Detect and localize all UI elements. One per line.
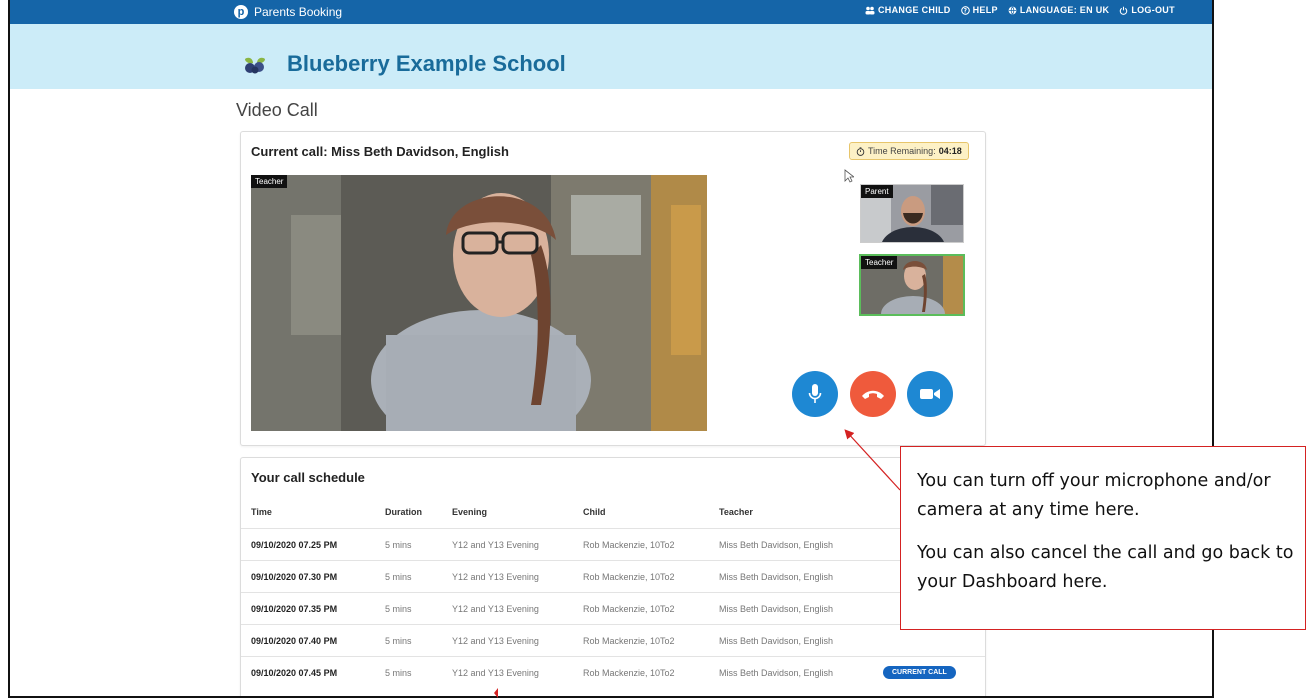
- cell-child: Rob Mackenzie, 10To2: [583, 540, 675, 550]
- cell-duration: 5 mins: [385, 636, 412, 646]
- nav-change-child[interactable]: CHANGE CHILD: [865, 5, 951, 15]
- globe-icon: [1008, 6, 1017, 14]
- school-banner: Blueberry Example School: [10, 24, 1212, 89]
- table-row: 09/10/2020 07.40 PM 5 mins Y12 and Y13 E…: [241, 624, 985, 656]
- cell-child: Rob Mackenzie, 10To2: [583, 572, 675, 582]
- annotation-text-1: You can turn off your microphone and/or …: [917, 471, 1271, 520]
- table-row: 09/10/2020 07.45 PM 5 mins Y12 and Y13 E…: [241, 656, 985, 688]
- camera-toggle-button[interactable]: [907, 371, 953, 417]
- cell-child: Rob Mackenzie, 10To2: [583, 668, 675, 678]
- cell-time: 09/10/2020 07.25 PM: [251, 540, 338, 550]
- brand[interactable]: p Parents Booking: [234, 3, 342, 21]
- nav-label: CHANGE CHILD: [878, 5, 951, 15]
- cell-teacher: Miss Beth Davidson, English: [719, 540, 834, 550]
- call-title: Current call: Miss Beth Davidson, Englis…: [251, 144, 509, 159]
- school-name: Blueberry Example School: [287, 51, 566, 76]
- top-navigation-bar: p Parents Booking CHANGE CHILD ? HELP LA…: [10, 0, 1212, 24]
- cell-duration: 5 mins: [385, 604, 412, 614]
- column-header-child: Child: [583, 507, 606, 517]
- column-header-evening: Evening: [452, 507, 488, 517]
- people-icon: [865, 6, 875, 14]
- nav-logout[interactable]: LOG-OUT: [1119, 5, 1175, 15]
- svg-text:?: ?: [963, 8, 967, 14]
- time-remaining-badge: Time Remaining: 04:18: [849, 142, 969, 160]
- cell-evening: Y12 and Y13 Evening: [452, 572, 539, 582]
- nav-label: LOG-OUT: [1131, 5, 1175, 15]
- main-video-feed: Teacher: [251, 175, 707, 431]
- cell-teacher: Miss Beth Davidson, English: [719, 668, 834, 678]
- table-row: 09/10/2020 07.35 PM 5 mins Y12 and Y13 E…: [241, 592, 985, 624]
- table-row: 09/10/2020 07.25 PM 5 mins Y12 and Y13 E…: [241, 528, 985, 560]
- table-header-row: Time Duration Evening Child Teacher: [241, 496, 985, 528]
- column-header-time: Time: [251, 507, 272, 517]
- microphone-toggle-button[interactable]: [792, 371, 838, 417]
- cell-time: 09/10/2020 07.35 PM: [251, 604, 338, 614]
- annotation-callout: You can turn off your microphone and/or …: [900, 446, 1306, 630]
- teacher-video-image: [251, 175, 707, 431]
- video-label: Parent: [861, 185, 893, 198]
- video-label: Teacher: [861, 256, 898, 269]
- cell-evening: Y12 and Y13 Evening: [452, 604, 539, 614]
- microphone-icon: [808, 384, 822, 403]
- brand-name: Parents Booking: [254, 5, 343, 19]
- video-camera-icon: [920, 389, 940, 399]
- cell-time: 09/10/2020 07.30 PM: [251, 572, 338, 582]
- parents-booking-logo-icon: p: [234, 5, 248, 19]
- stopwatch-icon: [856, 146, 865, 156]
- cell-teacher: Miss Beth Davidson, English: [719, 604, 834, 614]
- schedule-table: Time Duration Evening Child Teacher 09/1…: [241, 496, 985, 688]
- nav-label: HELP: [972, 5, 998, 15]
- cell-teacher: Miss Beth Davidson, English: [719, 572, 834, 582]
- call-schedule-panel: Your call schedule Time Duration Evening…: [240, 457, 986, 696]
- hang-up-icon: [862, 390, 884, 399]
- column-header-duration: Duration: [385, 507, 422, 517]
- blueberry-logo-icon: [245, 57, 265, 74]
- table-row: 09/10/2020 07.30 PM 5 mins Y12 and Y13 E…: [241, 560, 985, 592]
- cell-child: Rob Mackenzie, 10To2: [583, 636, 675, 646]
- power-icon: [1120, 6, 1128, 15]
- cell-teacher: Miss Beth Davidson, English: [719, 636, 834, 646]
- current-call-panel: Current call: Miss Beth Davidson, Englis…: [240, 131, 986, 446]
- timer-label: Time Remaining:: [868, 146, 936, 156]
- parent-video-thumbnail[interactable]: Parent: [860, 184, 964, 243]
- video-label: Teacher: [251, 175, 288, 188]
- annotation-text-2: You can also cancel the call and go back…: [917, 543, 1294, 592]
- nav-label: LANGUAGE: EN UK: [1019, 5, 1110, 15]
- timer-value: 04:18: [938, 146, 962, 156]
- nav-help[interactable]: ? HELP: [960, 5, 998, 15]
- teacher-video-thumbnail[interactable]: Teacher: [859, 254, 965, 316]
- cell-child: Rob Mackenzie, 10To2: [583, 604, 675, 614]
- page-title: Video Call: [236, 100, 318, 120]
- help-circle-icon: ?: [960, 5, 970, 15]
- cell-time: 09/10/2020 07.45 PM: [251, 668, 338, 678]
- top-nav: CHANGE CHILD ? HELP LANGUAGE: EN UK LOG-…: [865, 5, 1175, 15]
- cell-duration: 5 mins: [385, 668, 412, 678]
- current-call-badge[interactable]: CURRENT CALL: [883, 666, 956, 679]
- cell-evening: Y12 and Y13 Evening: [452, 540, 539, 550]
- nav-language[interactable]: LANGUAGE: EN UK: [1008, 5, 1110, 15]
- mouse-cursor-icon: [844, 169, 854, 183]
- end-call-button[interactable]: [850, 371, 896, 417]
- cell-evening: Y12 and Y13 Evening: [452, 668, 539, 678]
- cell-evening: Y12 and Y13 Evening: [452, 636, 539, 646]
- cell-duration: 5 mins: [385, 572, 412, 582]
- column-header-teacher: Teacher: [719, 507, 753, 517]
- cell-duration: 5 mins: [385, 540, 412, 550]
- cell-time: 09/10/2020 07.40 PM: [251, 636, 338, 646]
- schedule-title: Your call schedule: [251, 470, 365, 485]
